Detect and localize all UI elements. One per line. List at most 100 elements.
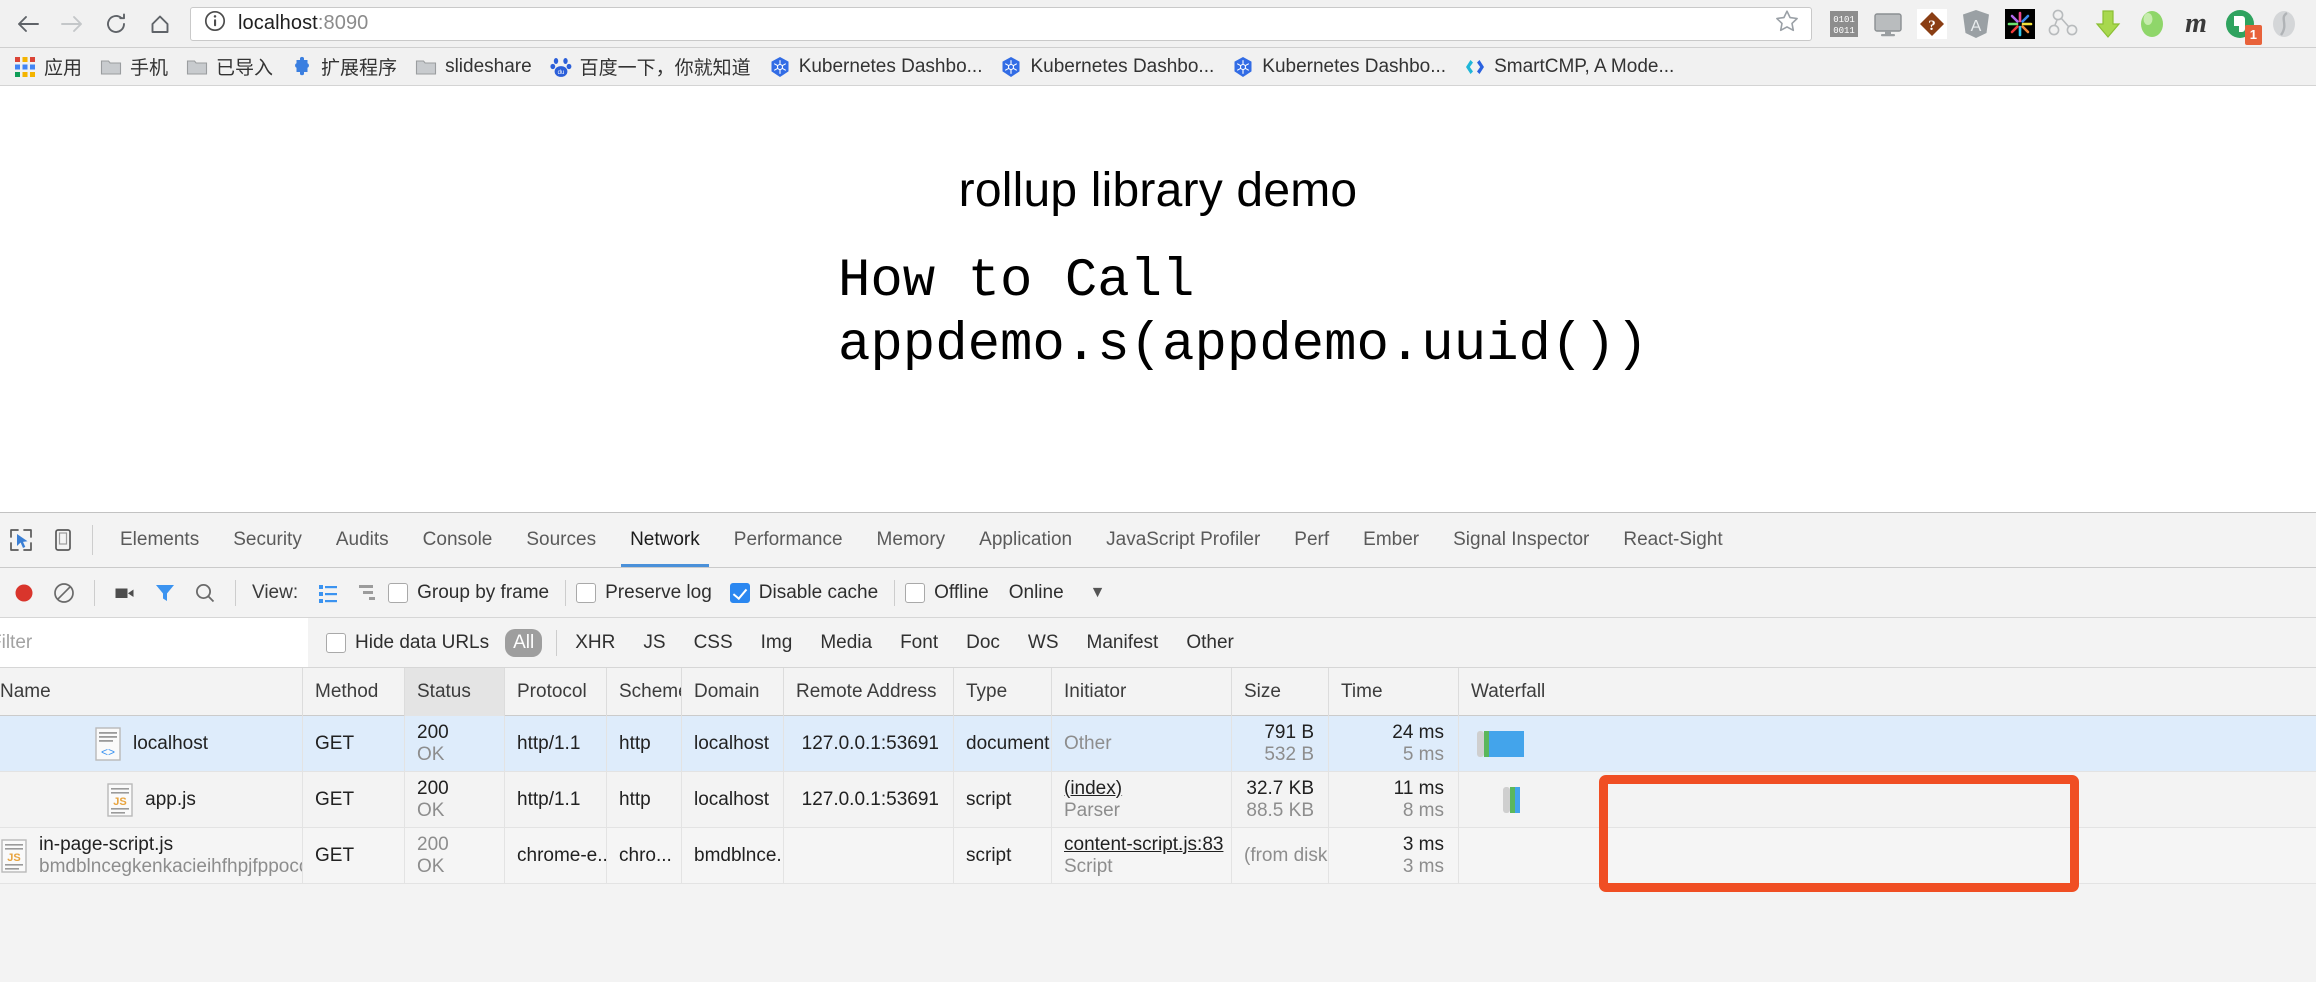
starburst-extension-icon[interactable]: [2001, 5, 2039, 43]
tab-application[interactable]: Application: [962, 513, 1089, 567]
type-filter-all[interactable]: All: [505, 628, 543, 657]
cell-name[interactable]: JS app.js: [0, 772, 303, 827]
bookmark-item-apps[interactable]: 应用: [6, 52, 90, 82]
group-by-frame-checkbox[interactable]: Group by frame: [388, 582, 549, 604]
bookmark-item-k8s-dashboard-3[interactable]: Kubernetes Dashbo...: [1224, 52, 1454, 82]
checkbox-box[interactable]: [326, 632, 346, 653]
column-header-status[interactable]: Status: [405, 667, 505, 716]
bookmark-item-k8s-dashboard-2[interactable]: Kubernetes Dashbo...: [992, 52, 1222, 82]
cell-initiator[interactable]: content-script.js:83 Script: [1052, 828, 1232, 883]
magnifier-icon[interactable]: [185, 573, 225, 613]
bookmark-item-k8s-dashboard-1[interactable]: Kubernetes Dashbo...: [761, 52, 991, 82]
type-filter-font[interactable]: Font: [892, 629, 946, 657]
bookmark-item-extensions[interactable]: 扩展程序: [283, 52, 405, 82]
omnibox-url-text[interactable]: localhost:8090: [238, 12, 1773, 35]
funnel-icon[interactable]: [145, 573, 185, 613]
tab-elements[interactable]: Elements: [103, 513, 216, 567]
cell-name[interactable]: JS in-page-script.js bmdblncegkenkacieih…: [0, 828, 303, 883]
checkbox-box[interactable]: [729, 582, 750, 603]
throttling-preset-label[interactable]: Online: [1009, 582, 1064, 604]
info-circle-icon[interactable]: [203, 9, 227, 38]
hide-data-urls-checkbox[interactable]: Hide data URLs: [326, 618, 489, 667]
type-filter-xhr[interactable]: XHR: [567, 629, 623, 657]
waterfall-view-icon[interactable]: [348, 573, 388, 613]
column-header-time[interactable]: Time: [1329, 667, 1459, 716]
monitor-extension-icon[interactable]: [1869, 5, 1907, 43]
type-filter-manifest[interactable]: Manifest: [1079, 629, 1167, 657]
tab-memory[interactable]: Memory: [860, 513, 963, 567]
initiator-link[interactable]: content-script.js:83: [1064, 834, 1231, 856]
smartcmp-icon: [1466, 59, 1485, 74]
column-header-protocol[interactable]: Protocol: [505, 667, 607, 716]
star-outline-icon[interactable]: [1773, 7, 1801, 40]
column-header-waterfall[interactable]: Waterfall: [1459, 668, 1619, 716]
cell-name[interactable]: <> localhost: [0, 716, 303, 771]
devtools-panel: Elements Security Audits Console Sources…: [0, 512, 2316, 982]
omnibox[interactable]: localhost:8090: [190, 6, 1812, 41]
type-filter-img[interactable]: Img: [753, 629, 801, 657]
evernote-extension-icon[interactable]: 1: [2221, 5, 2262, 45]
binary-code-extension-icon[interactable]: 0101 0011: [1825, 5, 1863, 43]
m-extension-icon[interactable]: m: [2177, 5, 2215, 43]
node-graph-extension-icon[interactable]: [2045, 5, 2083, 43]
bookmark-item-phone-folder[interactable]: 手机: [92, 52, 176, 82]
type-filter-other[interactable]: Other: [1178, 629, 1242, 657]
inspect-element-icon[interactable]: [0, 513, 42, 567]
table-row[interactable]: JS app.js GET 200 OK http/1.1 http local…: [0, 772, 2316, 828]
tab-performance[interactable]: Performance: [717, 513, 860, 567]
type-filter-ws[interactable]: WS: [1020, 629, 1067, 657]
column-header-scheme[interactable]: Scheme: [607, 667, 682, 716]
type-filter-media[interactable]: Media: [812, 629, 880, 657]
column-header-remote-address[interactable]: Remote Address: [784, 667, 954, 716]
home-button[interactable]: [138, 2, 182, 46]
tab-react-sight[interactable]: React-Sight: [1606, 513, 1739, 567]
download-extension-icon[interactable]: [2089, 5, 2127, 43]
type-filter-doc[interactable]: Doc: [958, 629, 1008, 657]
silver-swirl-extension-icon[interactable]: [2265, 5, 2303, 43]
record-red-dot-icon[interactable]: [4, 573, 44, 613]
tab-label: Audits: [335, 529, 389, 550]
tab-perf[interactable]: Perf: [1277, 513, 1346, 567]
orange-diamond-extension-icon[interactable]: ?: [1913, 5, 1951, 43]
tab-audits[interactable]: Audits: [319, 513, 406, 567]
tab-ember[interactable]: Ember: [1346, 513, 1436, 567]
bookmark-item-imported-folder[interactable]: 已导入: [178, 52, 281, 82]
table-row[interactable]: <> localhost GET 200 OK http/1.1 http lo…: [0, 716, 2316, 772]
back-button[interactable]: [6, 2, 50, 46]
tab-network[interactable]: Network: [613, 513, 717, 567]
angular-extension-icon[interactable]: A: [1957, 5, 1995, 43]
bookmark-item-slideshare-folder[interactable]: slideshare: [407, 52, 540, 82]
column-header-type[interactable]: Type: [954, 667, 1052, 716]
green-sphere-extension-icon[interactable]: [2133, 5, 2171, 43]
type-filter-js[interactable]: JS: [635, 629, 673, 657]
bookmark-item-baidu[interactable]: du 百度一下，你就知道: [542, 52, 759, 82]
tab-security[interactable]: Security: [216, 513, 319, 567]
type-filter-css[interactable]: CSS: [686, 629, 741, 657]
tab-console[interactable]: Console: [406, 513, 510, 567]
cell-initiator[interactable]: (index) Parser: [1052, 772, 1232, 827]
list-view-icon[interactable]: [308, 573, 348, 613]
table-row[interactable]: JS in-page-script.js bmdblncegkenkacieih…: [0, 828, 2316, 884]
checkbox-box[interactable]: [576, 582, 597, 603]
disable-cache-checkbox[interactable]: Disable cache: [729, 582, 878, 604]
preserve-log-checkbox[interactable]: Preserve log: [576, 582, 712, 604]
tab-signal-inspector[interactable]: Signal Inspector: [1436, 513, 1606, 567]
checkbox-box[interactable]: [388, 582, 409, 603]
tab-javascript-profiler[interactable]: JavaScript Profiler: [1089, 513, 1277, 567]
column-header-initiator[interactable]: Initiator: [1052, 667, 1232, 716]
camera-icon[interactable]: [105, 573, 145, 613]
column-header-name[interactable]: Name: [0, 667, 303, 716]
column-header-method[interactable]: Method: [303, 667, 405, 716]
chevron-down-icon[interactable]: ▼: [1090, 584, 1106, 602]
offline-checkbox[interactable]: Offline: [905, 582, 989, 604]
reload-button[interactable]: [94, 2, 138, 46]
column-header-size[interactable]: Size: [1232, 667, 1329, 716]
initiator-link[interactable]: (index): [1064, 778, 1231, 800]
column-header-domain[interactable]: Domain: [682, 667, 784, 716]
checkbox-box[interactable]: [905, 582, 926, 603]
filter-input[interactable]: [0, 618, 308, 667]
bookmark-item-smartcmp[interactable]: SmartCMP, A Mode...: [1456, 52, 1682, 82]
clear-no-entry-icon[interactable]: [44, 573, 84, 613]
tab-sources[interactable]: Sources: [509, 513, 613, 567]
device-toolbar-icon[interactable]: [42, 513, 84, 567]
